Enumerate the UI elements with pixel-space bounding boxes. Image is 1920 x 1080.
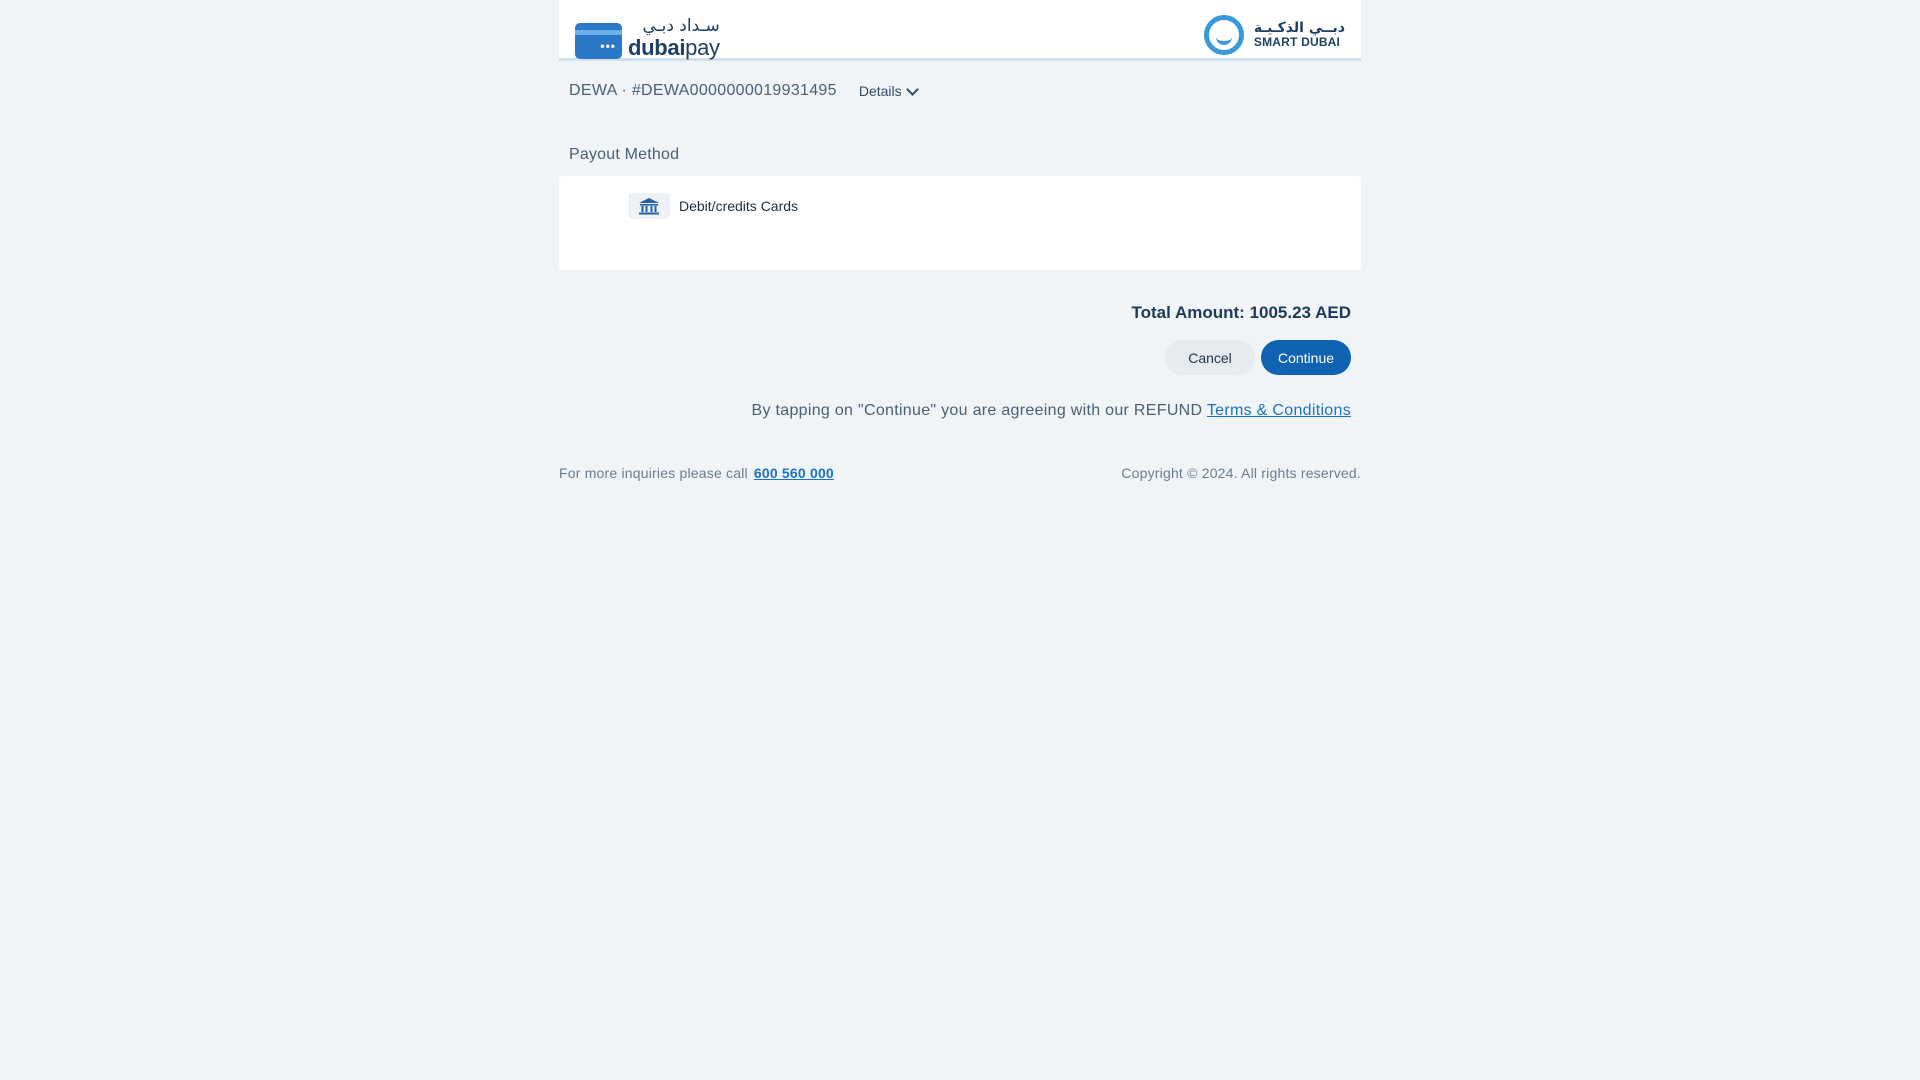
copyright-text: Copyright © 2024. All rights reserved.	[1121, 465, 1361, 481]
header: ••• سـداد دبـي dubaipay دبــي الذكـيـة S…	[559, 0, 1361, 61]
inquiry-line: For more inquiries please call 600 560 00…	[559, 465, 834, 481]
payment-page: ••• سـداد دبـي dubaipay دبــي الذكـيـة S…	[559, 0, 1361, 481]
reference-row: DEWA · #DEWA0000000019931495 Details	[569, 82, 919, 100]
smart-dubai-logo: دبــي الذكـيـة SMART DUBAI	[1203, 15, 1345, 55]
total-amount: Total Amount: 1005.23 AED	[1132, 303, 1351, 323]
chevron-down-icon	[905, 82, 919, 96]
payout-option-card[interactable]: Debit/credits Cards	[628, 193, 798, 219]
action-buttons: Cancel Continue	[1165, 340, 1351, 375]
phone-link[interactable]: 600 560 000	[754, 465, 834, 481]
terms-link[interactable]: Terms & Conditions	[1207, 402, 1351, 419]
dubaipay-wordmark: سـداد دبـي dubaipay	[628, 18, 720, 59]
dubaipay-english-text: dubaipay	[628, 37, 720, 59]
footer: For more inquiries please call 600 560 00…	[559, 465, 1361, 481]
dubaipay-arabic-text: سـداد دبـي	[642, 16, 720, 36]
smart-dubai-wordmark: دبــي الذكـيـة SMART DUBAI	[1253, 19, 1345, 50]
dubaipay-regular-part: pay	[685, 35, 720, 60]
card-dots: •••	[600, 39, 616, 53]
total-amount-value: 1005.23 AED	[1249, 303, 1351, 322]
cancel-button[interactable]: Cancel	[1165, 340, 1255, 375]
payout-method-title: Payout Method	[569, 146, 680, 163]
inquiry-text: For more inquiries please call	[559, 465, 748, 481]
card-stripe	[575, 30, 622, 35]
payout-option-label: Debit/credits Cards	[679, 198, 799, 214]
dubaipay-logo: ••• سـداد دبـي dubaipay	[575, 18, 720, 59]
smile-icon	[1203, 15, 1244, 55]
details-toggle[interactable]: Details	[858, 82, 919, 99]
card-icon: •••	[575, 23, 622, 59]
smart-dubai-english-text: SMART DUBAI	[1253, 35, 1341, 50]
bank-icon	[628, 193, 670, 219]
agreement-text: By tapping on "Continue" you are agreein…	[751, 402, 1351, 420]
bill-reference: DEWA · #DEWA0000000019931495	[569, 82, 837, 99]
dubaipay-bold-part: dubai	[628, 35, 686, 60]
agreement-statement: By tapping on "Continue" you are agreein…	[751, 402, 1203, 419]
smile-curve	[1215, 32, 1232, 45]
smart-dubai-arabic-text: دبــي الذكـيـة	[1253, 19, 1345, 36]
continue-button[interactable]: Continue	[1261, 340, 1351, 375]
details-label: Details	[858, 83, 902, 99]
payout-method-card: Debit/credits Cards	[559, 176, 1361, 270]
total-amount-label: Total Amount:	[1131, 303, 1245, 322]
